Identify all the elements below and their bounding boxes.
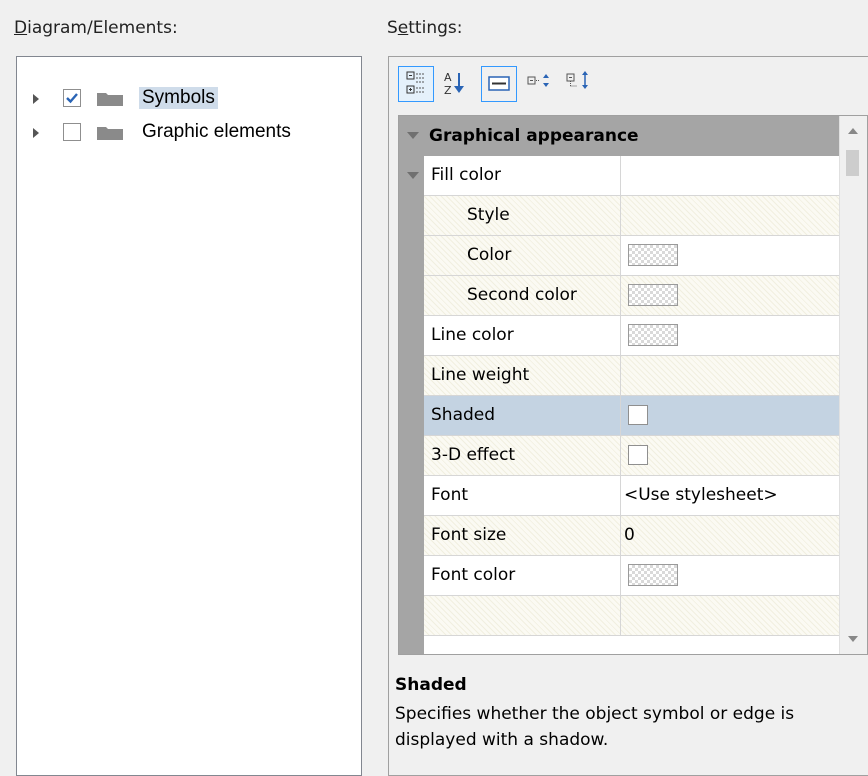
tree-item-symbols[interactable]: Symbols xyxy=(17,85,357,113)
settings-panel: A Z Graphical appearance Fill color Styl… xyxy=(388,56,868,776)
property-row-partial xyxy=(424,596,841,636)
collapse-all-button[interactable] xyxy=(563,66,599,102)
color-swatch[interactable] xyxy=(628,244,678,266)
property-name: Font color xyxy=(431,565,516,585)
shaded-checkbox[interactable] xyxy=(628,405,648,425)
tree-item-label: Symbols xyxy=(139,87,218,109)
property-value[interactable] xyxy=(621,196,841,236)
property-value[interactable] xyxy=(621,396,841,436)
property-grid[interactable]: Graphical appearance Fill color Style Co… xyxy=(398,115,868,655)
tree-item-graphic-elements[interactable]: Graphic elements xyxy=(17,119,357,147)
property-row-font[interactable]: Font <Use stylesheet> xyxy=(424,476,841,516)
property-name: Font xyxy=(431,485,469,505)
folder-icon xyxy=(97,93,123,106)
settings-label: Settings: xyxy=(387,18,463,38)
property-row-color[interactable]: Color xyxy=(424,236,841,276)
3d-effect-checkbox[interactable] xyxy=(628,445,648,465)
property-name: Shaded xyxy=(431,405,496,425)
property-row-second-color[interactable]: Second color xyxy=(424,276,841,316)
tree-item-label: Graphic elements xyxy=(142,121,291,142)
color-swatch[interactable] xyxy=(628,284,678,306)
property-name: Color xyxy=(467,245,512,265)
property-value[interactable] xyxy=(621,356,841,396)
property-value[interactable] xyxy=(621,436,841,476)
property-name: Line weight xyxy=(431,365,530,385)
property-name: Line color xyxy=(431,325,514,345)
collapse-group-icon[interactable] xyxy=(407,132,419,139)
property-row-shaded[interactable]: Shaded xyxy=(424,396,841,436)
group-title: Graphical appearance xyxy=(429,126,639,146)
property-name: 3-D effect xyxy=(431,445,516,465)
property-name: Style xyxy=(467,205,510,225)
collapse-category-icon[interactable] xyxy=(407,172,419,179)
property-pages-icon xyxy=(488,76,510,91)
expand-arrow-icon[interactable] xyxy=(33,94,39,104)
expand-arrow-icon[interactable] xyxy=(33,128,39,138)
grid-gutter xyxy=(399,116,424,654)
sort-az-icon: A Z xyxy=(444,71,464,97)
property-row-line-color[interactable]: Line color xyxy=(424,316,841,356)
property-row-font-size[interactable]: Font size 0 xyxy=(424,516,841,556)
categorized-icon xyxy=(406,71,425,94)
property-row-style[interactable]: Style xyxy=(424,196,841,236)
property-pages-button[interactable] xyxy=(481,66,517,102)
expand-all-button[interactable] xyxy=(523,66,559,102)
checkmark-icon xyxy=(66,93,78,104)
property-value[interactable]: <Use stylesheet> xyxy=(621,476,841,516)
description-pane: Shaded Specifies whether the object symb… xyxy=(389,667,868,775)
property-row-3d-effect[interactable]: 3-D effect xyxy=(424,436,841,476)
property-name: Fill color xyxy=(431,165,501,185)
font-value: <Use stylesheet> xyxy=(624,485,778,505)
property-value[interactable]: 0 xyxy=(621,516,841,556)
description-text: Specifies whether the object symbol or e… xyxy=(395,704,795,750)
property-row-font-color[interactable]: Font color xyxy=(424,556,841,596)
scroll-down-arrow-icon[interactable] xyxy=(848,636,858,642)
svg-text:Z: Z xyxy=(444,84,452,97)
property-row-fill-color[interactable]: Fill color xyxy=(407,156,841,196)
collapse-all-icon xyxy=(566,71,588,89)
scroll-up-arrow-icon[interactable] xyxy=(848,128,858,134)
symbols-checkbox[interactable] xyxy=(63,89,81,107)
expand-all-icon xyxy=(527,74,549,87)
property-name: Font size xyxy=(431,525,507,545)
color-swatch[interactable] xyxy=(628,564,678,586)
svg-text:A: A xyxy=(444,71,452,84)
sort-alphabetical-button[interactable]: A Z xyxy=(439,66,475,102)
scrollbar-thumb[interactable] xyxy=(846,150,859,176)
font-size-value: 0 xyxy=(624,525,635,545)
property-name: Second color xyxy=(467,285,577,305)
element-tree[interactable]: Symbols Graphic elements xyxy=(16,56,362,776)
folder-icon xyxy=(97,127,123,140)
description-title: Shaded xyxy=(395,675,467,695)
property-value[interactable] xyxy=(621,156,841,196)
group-graphical-appearance[interactable]: Graphical appearance xyxy=(399,116,841,156)
property-value[interactable] xyxy=(621,276,841,316)
graphic-elements-checkbox[interactable] xyxy=(63,123,81,141)
vertical-scrollbar[interactable] xyxy=(839,116,867,654)
property-value[interactable] xyxy=(621,236,841,276)
categorized-view-button[interactable] xyxy=(398,66,434,102)
property-value[interactable] xyxy=(621,316,841,356)
property-row-line-weight[interactable]: Line weight xyxy=(424,356,841,396)
diagram-elements-label: Diagram/Elements: xyxy=(14,18,178,38)
property-value[interactable] xyxy=(621,556,841,596)
color-swatch[interactable] xyxy=(628,324,678,346)
